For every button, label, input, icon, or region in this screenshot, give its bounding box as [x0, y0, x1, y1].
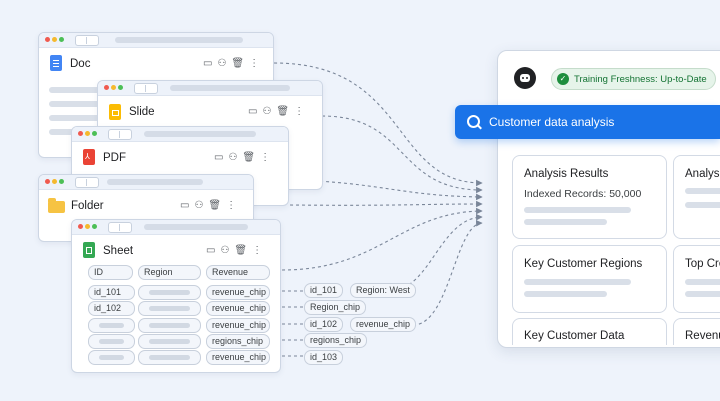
card-title: Revenu	[685, 330, 720, 342]
result-card[interactable]: Revenu	[673, 318, 720, 345]
table-cell-region	[138, 285, 201, 300]
card-title: Key Customer Regions	[524, 258, 643, 270]
robot-icon	[514, 67, 536, 89]
card-title: Analysis	[685, 168, 720, 180]
table-cell-id: id_101	[88, 285, 135, 300]
folder-action-icon[interactable]: ▭	[214, 152, 228, 163]
result-card[interactable]: Analysis Results Indexed Records: 50,000	[512, 155, 667, 239]
folder-action-icon[interactable]: ▭	[203, 58, 217, 69]
trash-icon[interactable]: 🗑	[276, 106, 294, 117]
table-cell-id	[88, 334, 135, 349]
trash-icon[interactable]: 🗑	[208, 200, 226, 211]
trash-icon[interactable]: 🗑	[231, 58, 249, 69]
doc-icon	[50, 55, 62, 71]
share-icon[interactable]: ⚇	[217, 58, 231, 69]
more-icon[interactable]: ⋮	[294, 106, 309, 117]
table-cell-id	[88, 318, 135, 333]
table-cell-revenue: revenue_chip	[206, 285, 270, 300]
extracted-chip: id_102	[304, 317, 344, 332]
column-header-revenue: Revenue	[206, 265, 270, 280]
folder-action-icon[interactable]: ▭	[248, 106, 262, 117]
search-bar[interactable]: Customer data analysis	[455, 105, 720, 139]
trash-icon[interactable]: 🗑	[242, 152, 260, 163]
table-cell-region	[138, 350, 201, 365]
folder-action-icon[interactable]: ▭	[206, 245, 220, 256]
search-query[interactable]: Customer data analysis	[489, 115, 614, 129]
more-icon[interactable]: ⋮	[249, 58, 264, 69]
table-cell-region	[138, 318, 201, 333]
column-header-region: Region	[138, 265, 201, 280]
table-cell-region	[138, 301, 201, 316]
extracted-chip: Region_chip	[304, 300, 367, 315]
slide-icon	[109, 104, 121, 120]
table-cell-region	[138, 334, 201, 349]
table-cell-id: id_102	[88, 301, 135, 316]
card-title: Top Cro	[685, 258, 720, 270]
sheet-connector-2	[391, 213, 483, 291]
more-icon[interactable]: ⋮	[260, 152, 275, 163]
table-cell-revenue: revenue_chip	[206, 318, 270, 333]
search-icon	[467, 115, 482, 130]
card-title: Key Customer Data	[524, 330, 625, 342]
more-icon[interactable]: ⋮	[226, 200, 241, 211]
extracted-chip: revenue_chip	[350, 317, 417, 332]
status-badge: ✓ Training Freshness: Up-to-Date	[551, 68, 716, 90]
trash-icon[interactable]: 🗑	[234, 245, 252, 256]
folder-connector	[289, 200, 483, 208]
pdf-title: PDF	[103, 152, 126, 164]
pdf-icon: ⅄	[83, 149, 95, 165]
share-icon[interactable]: ⚇	[220, 245, 234, 256]
sheet-icon	[83, 242, 95, 258]
extracted-chip: Region: West	[350, 283, 416, 298]
sheet-connector-1	[281, 207, 483, 271]
card-title: Analysis Results	[524, 168, 609, 180]
table-cell-revenue: revenue_chip	[206, 301, 270, 316]
check-icon: ✓	[557, 73, 569, 85]
sheet-window: Sheet ▭⚇🗑⋮ ID Region Revenue id_101 reve…	[71, 219, 281, 373]
result-card[interactable]: Top Cro	[673, 245, 720, 313]
card-clip: Key Customer Data Revenu	[497, 318, 720, 345]
result-card[interactable]: Key Customer Regions	[512, 245, 667, 313]
share-icon[interactable]: ⚇	[262, 106, 276, 117]
share-icon[interactable]: ⚇	[228, 152, 242, 163]
folder-action-icon[interactable]: ▭	[180, 200, 194, 211]
table-cell-id	[88, 350, 135, 365]
card-subtitle: Indexed Records: 50,000	[524, 188, 642, 200]
result-card[interactable]: Analysis	[673, 155, 720, 239]
table-cell-revenue: revenue_chip	[206, 350, 270, 365]
sheet-title: Sheet	[103, 245, 134, 257]
slide-title: Slide	[129, 106, 155, 118]
column-header-id: ID	[88, 265, 133, 280]
result-card[interactable]: Key Customer Data	[512, 318, 667, 345]
folder-title: Folder	[71, 200, 104, 212]
extracted-chip: regions_chip	[304, 333, 368, 348]
folder-icon	[48, 198, 65, 213]
table-cell-revenue: regions_chip	[206, 334, 270, 349]
more-icon[interactable]: ⋮	[252, 245, 267, 256]
extracted-chip: id_103	[304, 350, 344, 365]
doc-title: Doc	[70, 58, 91, 70]
extracted-chip: id_101	[304, 283, 344, 298]
share-icon[interactable]: ⚇	[194, 200, 208, 211]
